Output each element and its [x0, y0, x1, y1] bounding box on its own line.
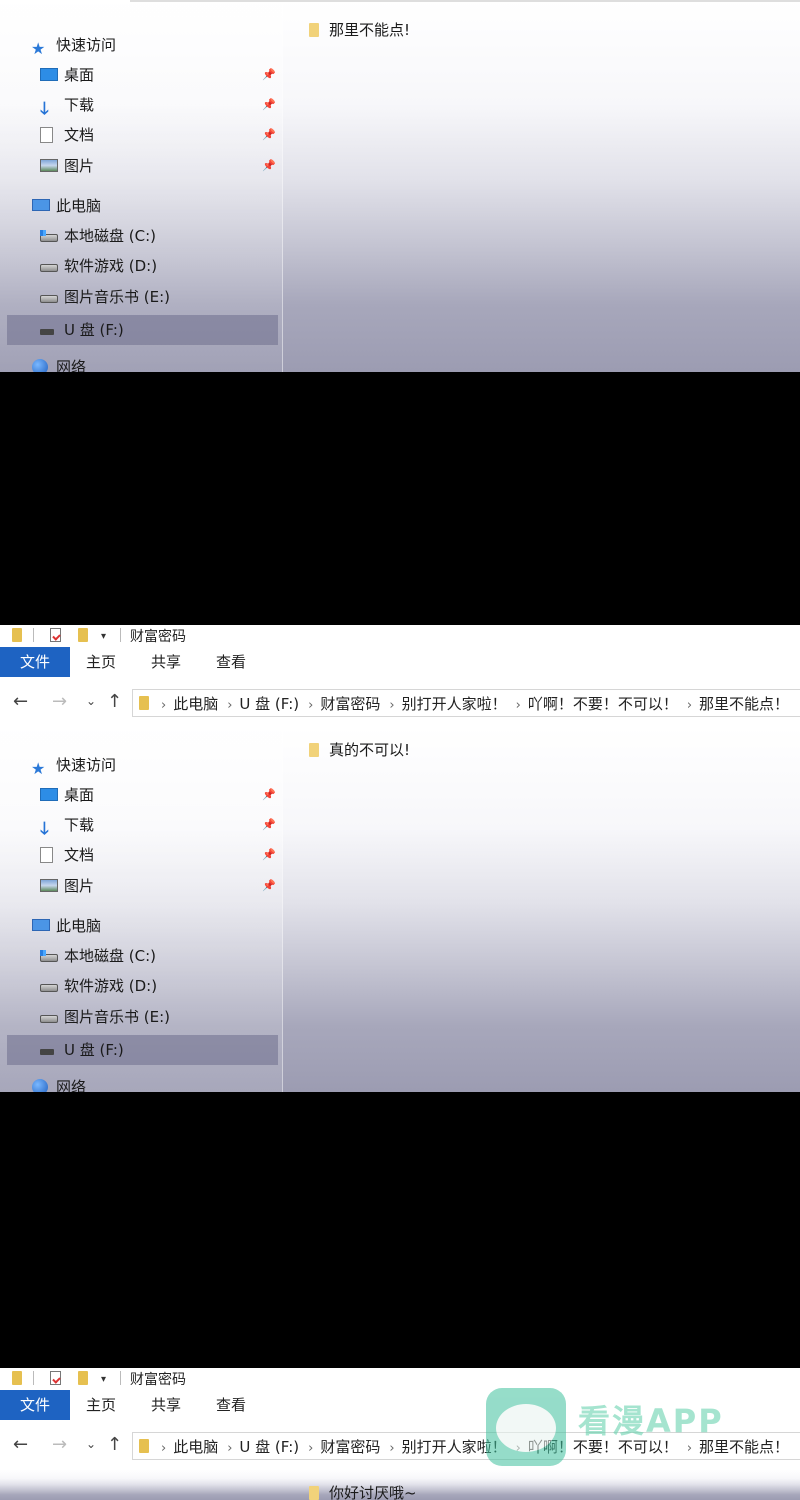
- pictures-icon: [40, 159, 58, 172]
- forward-arrow-icon[interactable]: →: [52, 1434, 67, 1455]
- window-title: 财富密码: [130, 629, 186, 645]
- new-folder-icon[interactable]: [78, 1371, 88, 1385]
- breadcrumb-item[interactable]: U 盘 (F:): [239, 695, 299, 713]
- folder-icon: [12, 628, 22, 642]
- document-icon: [40, 127, 53, 143]
- download-icon: 🡓: [40, 99, 49, 119]
- breadcrumb-item[interactable]: 财富密码: [320, 695, 380, 713]
- chevron-right-icon[interactable]: ›: [389, 1441, 394, 1456]
- tab-file[interactable]: 文件: [0, 647, 70, 677]
- properties-icon[interactable]: [50, 1371, 61, 1385]
- chevron-right-icon[interactable]: ›: [227, 698, 232, 713]
- tab-home[interactable]: 主页: [86, 1390, 116, 1420]
- system-drive-icon: [40, 230, 58, 242]
- properties-icon[interactable]: [50, 628, 61, 642]
- toolbar-separator: [33, 628, 34, 642]
- quick-access-dropdown-icon[interactable]: ▾: [101, 1374, 106, 1385]
- folder-icon: [309, 23, 319, 37]
- toolbar-separator: [120, 628, 121, 642]
- recent-locations-chevron-icon[interactable]: ⌄: [86, 1437, 96, 1451]
- drive-icon: [40, 1015, 58, 1023]
- pane-divider[interactable]: [282, 0, 283, 372]
- usb-drive-icon: [40, 329, 54, 335]
- chevron-right-icon[interactable]: ›: [308, 1441, 313, 1456]
- folder-icon: [139, 1439, 149, 1453]
- network-icon: [32, 359, 48, 372]
- pin-icon[interactable]: 📌: [262, 68, 276, 81]
- title-bar: ▾ 财富密码: [0, 625, 800, 647]
- tab-view[interactable]: 查看: [216, 647, 246, 677]
- folder-icon: [12, 1371, 22, 1385]
- pin-icon[interactable]: 📌: [262, 818, 276, 831]
- toolbar-separator: [120, 1371, 121, 1385]
- window-title: 财富密码: [130, 1372, 186, 1388]
- pin-icon[interactable]: 📌: [262, 159, 276, 172]
- folder-icon: [309, 1486, 319, 1500]
- pin-icon[interactable]: 📌: [262, 879, 276, 892]
- folder-icon: [139, 696, 149, 710]
- chevron-right-icon[interactable]: ›: [308, 698, 313, 713]
- chevron-right-icon[interactable]: ›: [161, 1441, 166, 1456]
- back-arrow-icon[interactable]: ←: [13, 691, 28, 712]
- breadcrumb-item[interactable]: 吖啊！不要！不可以！: [528, 695, 678, 713]
- address-bar-edge: [130, 0, 800, 2]
- back-arrow-icon[interactable]: ←: [13, 1434, 28, 1455]
- usb-drive-icon: [40, 1049, 54, 1055]
- quick-access-dropdown-icon[interactable]: ▾: [101, 631, 106, 642]
- tab-file[interactable]: 文件: [0, 1390, 70, 1420]
- folder-icon: [309, 743, 319, 757]
- ribbon-tabs: 文件 主页 共享 查看: [0, 647, 800, 682]
- star-icon: ★: [31, 39, 46, 58]
- download-icon: 🡓: [40, 819, 49, 839]
- drive-icon: [40, 295, 58, 303]
- tab-share[interactable]: 共享: [151, 647, 181, 677]
- explorer-screenshot-1: ★ 快速访问 桌面 📌 🡓 下载 📌 文档 📌 图片 📌 此电脑 本地磁盘 (C…: [0, 0, 800, 372]
- breadcrumb-item[interactable]: 财富密码: [320, 1438, 380, 1456]
- drive-icon: [40, 984, 58, 992]
- breadcrumb-item[interactable]: U 盘 (F:): [239, 1438, 299, 1456]
- pane-divider[interactable]: [282, 727, 283, 1092]
- breadcrumb-item[interactable]: 此电脑: [173, 1438, 218, 1456]
- address-bar[interactable]: › 此电脑 › U 盘 (F:) › 财富密码 › 别打开人家啦！ › 吖啊！不要！不可以！ › 那里…: [132, 689, 800, 717]
- breadcrumb: › 此电脑 › U 盘 (F:) › 财富密码 › 别打开人家啦！ › 吖啊！不要！不可以！ › 那里…: [161, 693, 798, 714]
- chevron-right-icon[interactable]: ›: [161, 698, 166, 713]
- desktop-icon: [40, 788, 58, 801]
- system-drive-icon: [40, 950, 58, 962]
- chevron-right-icon[interactable]: ›: [389, 698, 394, 713]
- computer-icon: [32, 919, 50, 931]
- explorer-screenshot-2: ▾ 财富密码 文件 主页 共享 查看 ← → ⌄ ↑ › 此电脑 › U 盘 (F:)…: [0, 625, 800, 1092]
- up-arrow-icon[interactable]: ↑: [107, 691, 122, 712]
- forward-arrow-icon[interactable]: →: [52, 691, 67, 712]
- drive-icon: [40, 264, 58, 272]
- breadcrumb-item[interactable]: 此电脑: [173, 695, 218, 713]
- network-icon: [32, 1079, 48, 1092]
- chevron-right-icon[interactable]: ›: [516, 698, 521, 713]
- breadcrumb-item[interactable]: 别打开人家啦！: [402, 695, 507, 713]
- tab-home[interactable]: 主页: [86, 647, 116, 677]
- breadcrumb-item[interactable]: 那里不能点！: [699, 695, 789, 713]
- pin-icon[interactable]: 📌: [262, 128, 276, 141]
- tab-view[interactable]: 查看: [216, 1390, 246, 1420]
- new-folder-icon[interactable]: [78, 628, 88, 642]
- recent-locations-chevron-icon[interactable]: ⌄: [86, 694, 96, 708]
- toolbar-separator: [33, 1371, 34, 1385]
- pin-icon[interactable]: 📌: [262, 788, 276, 801]
- pin-icon[interactable]: 📌: [262, 98, 276, 111]
- computer-icon: [32, 199, 50, 211]
- chevron-right-icon[interactable]: ›: [687, 698, 692, 713]
- tab-share[interactable]: 共享: [151, 1390, 181, 1420]
- document-icon: [40, 847, 53, 863]
- chevron-right-icon[interactable]: ›: [687, 1441, 692, 1456]
- pin-icon[interactable]: 📌: [262, 848, 276, 861]
- watermark-text: 看漫APP: [578, 1402, 724, 1440]
- cat-logo-icon: [486, 1388, 566, 1466]
- star-icon: ★: [31, 759, 46, 778]
- title-bar: ▾ 财富密码: [0, 1368, 800, 1390]
- up-arrow-icon[interactable]: ↑: [107, 1434, 122, 1455]
- desktop-icon: [40, 68, 58, 81]
- address-bar-row: ← → ⌄ ↑ › 此电脑 › U 盘 (F:) › 财富密码 › 别打开人家啦！ › 吖啊！不要…: [0, 681, 800, 727]
- pictures-icon: [40, 879, 58, 892]
- chevron-right-icon[interactable]: ›: [227, 1441, 232, 1456]
